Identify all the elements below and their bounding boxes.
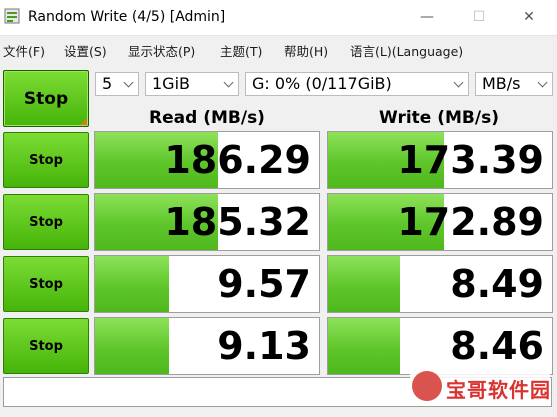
window-title: Random Write (4/5) [Admin] (28, 9, 226, 25)
watermark: 宝哥软件园 (410, 368, 550, 406)
write-column-header: Write (MB/s) (379, 108, 499, 128)
row-3-stop-label: Stop (29, 276, 63, 292)
row-1-read-value: 186.29 (164, 138, 311, 182)
chevron-down-icon (224, 79, 234, 89)
unit-select[interactable]: MB/s (475, 72, 553, 96)
watermark-logo-icon (412, 371, 442, 401)
unit-value: MB/s (482, 74, 521, 93)
row-4-write-cell: 8.46 (327, 317, 553, 375)
menu-bar: 文件(F) 设置(S) 显示状态(P) 主题(T) 帮助(H) 语言(L)(La… (0, 36, 557, 62)
row-3-read-value: 9.57 (217, 262, 311, 306)
test-size-select[interactable]: 1GiB (145, 72, 239, 96)
menu-display-status[interactable]: 显示状态(P) (128, 41, 195, 60)
read-column-header: Read (MB/s) (149, 108, 265, 128)
row-4-read-bar (95, 318, 169, 374)
row-3-write-bar (328, 256, 400, 312)
menu-file[interactable]: 文件(F) (3, 41, 45, 60)
minimize-button[interactable]: — (412, 6, 442, 28)
row-3-write-value: 8.49 (450, 262, 544, 306)
corner-marker-icon (80, 118, 87, 125)
chevron-down-icon (454, 79, 464, 89)
menu-settings[interactable]: 设置(S) (64, 41, 107, 60)
test-count-value: 5 (102, 74, 113, 93)
chevron-down-icon (538, 79, 548, 89)
row-2-read-cell: 185.32 (94, 193, 320, 251)
title-bar: Random Write (4/5) [Admin] — ☐ ✕ (0, 0, 557, 36)
row-1-write-cell: 173.39 (327, 131, 553, 189)
row-4-write-bar (328, 318, 400, 374)
drive-select[interactable]: G: 0% (0/117GiB) (245, 72, 469, 96)
row-2-write-value: 172.89 (397, 200, 544, 244)
app-icon (4, 8, 20, 24)
row-4-write-value: 8.46 (450, 324, 544, 368)
row-2-write-cell: 172.89 (327, 193, 553, 251)
row-1-read-cell: 186.29 (94, 131, 320, 189)
menu-language[interactable]: 语言(L)(Language) (350, 41, 463, 60)
row-4-read-value: 9.13 (217, 324, 311, 368)
maximize-button[interactable]: ☐ (464, 6, 494, 28)
row-4-stop-button[interactable]: Stop (3, 318, 89, 374)
row-3-read-cell: 9.57 (94, 255, 320, 313)
row-2-read-value: 185.32 (164, 200, 311, 244)
test-size-value: 1GiB (152, 74, 190, 93)
row-2-stop-label: Stop (29, 214, 63, 230)
row-1-stop-button[interactable]: Stop (3, 132, 89, 188)
stop-all-button[interactable]: Stop (3, 70, 89, 127)
chevron-down-icon (124, 79, 134, 89)
row-1-stop-label: Stop (29, 152, 63, 168)
row-4-stop-label: Stop (29, 338, 63, 354)
menu-help[interactable]: 帮助(H) (284, 41, 328, 60)
row-3-read-bar (95, 256, 169, 312)
row-4-read-cell: 9.13 (94, 317, 320, 375)
menu-theme[interactable]: 主题(T) (220, 41, 262, 60)
row-2-stop-button[interactable]: Stop (3, 194, 89, 250)
drive-value: G: 0% (0/117GiB) (252, 74, 392, 93)
watermark-text: 宝哥软件园 (446, 378, 551, 402)
row-3-write-cell: 8.49 (327, 255, 553, 313)
test-count-select[interactable]: 5 (95, 72, 139, 96)
close-button[interactable]: ✕ (514, 6, 544, 28)
stop-all-label: Stop (23, 88, 69, 109)
row-3-stop-button[interactable]: Stop (3, 256, 89, 312)
row-1-write-value: 173.39 (397, 138, 544, 182)
